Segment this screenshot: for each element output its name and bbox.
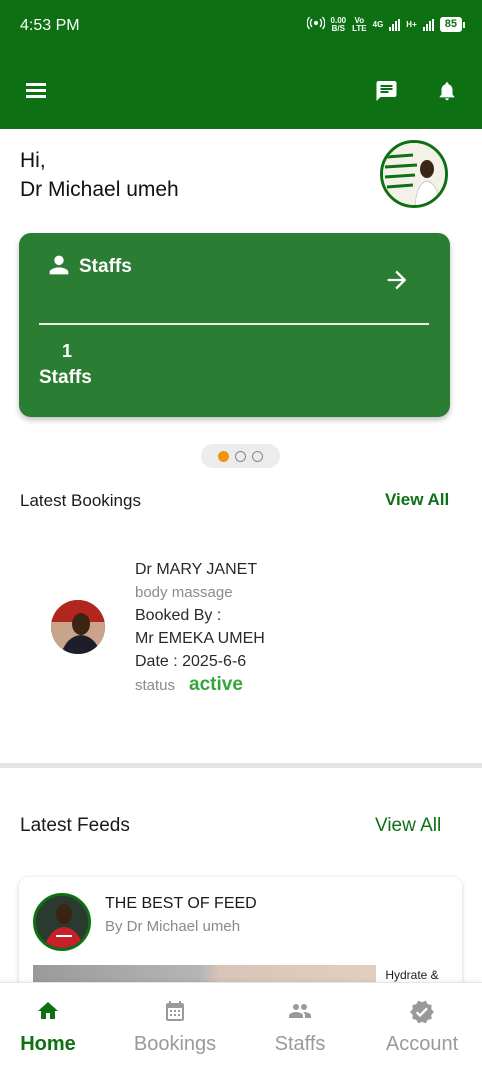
person-icon (45, 251, 73, 284)
bookings-view-all-link[interactable]: View All (385, 490, 449, 510)
booking-details[interactable]: Dr MARY JANET body massage Booked By : M… (135, 558, 265, 697)
bottom-navigation: Home Bookings Staffs Account (0, 982, 482, 1080)
menu-icon[interactable] (26, 82, 48, 100)
arrow-right-icon[interactable] (383, 266, 411, 299)
nav-label-account: Account (385, 1033, 459, 1055)
feed-title: THE BEST OF FEED (105, 895, 257, 912)
nav-label-home: Home (20, 1033, 76, 1055)
greeting-text: Hi, (20, 149, 46, 172)
signal-icon-2 (422, 18, 434, 31)
people-icon (240, 999, 360, 1023)
network-type-1: 4G (372, 19, 384, 29)
nav-item-home[interactable]: Home (0, 983, 108, 1080)
carousel-dot[interactable] (252, 450, 263, 462)
staffs-card-title: Staffs (79, 256, 132, 277)
booked-by-name: Mr EMEKA UMEH (135, 630, 265, 647)
nav-item-account[interactable]: Account (362, 983, 482, 1080)
section-divider (0, 763, 482, 768)
latest-bookings-title: Latest Bookings (20, 491, 141, 510)
profile-avatar[interactable] (380, 140, 448, 208)
calendar-icon (115, 999, 235, 1023)
app-bar: 4:53 PM 0.00 B/S Vo LTE 4G H+ 85 (0, 0, 482, 129)
nav-label-bookings: Bookings (133, 1033, 217, 1055)
status-time: 4:53 PM (20, 17, 80, 34)
net-speed: 0.00 B/S (330, 15, 347, 33)
carousel-dot[interactable] (235, 450, 246, 462)
status-badge: active (189, 674, 243, 695)
card-divider (39, 323, 429, 325)
booking-avatar[interactable] (51, 600, 105, 654)
verified-badge-icon (362, 999, 482, 1025)
hotspot-icon (306, 16, 325, 33)
booking-date: Date : 2025-6-6 (135, 653, 247, 670)
battery-icon: 85 (439, 17, 466, 32)
greeting-block: Hi, Dr Michael umeh (20, 146, 179, 204)
latest-feeds-title: Latest Feeds (20, 815, 130, 836)
nav-label-staffs: Staffs (274, 1033, 326, 1055)
chat-icon[interactable] (374, 79, 399, 108)
status-label: status (135, 677, 176, 694)
status-bar: 4:53 PM 0.00 B/S Vo LTE 4G H+ 85 (0, 0, 482, 54)
feed-author-avatar[interactable] (33, 893, 91, 951)
volte-indicator: Vo LTE (352, 15, 367, 33)
feeds-view-all-link[interactable]: View All (375, 815, 441, 837)
booking-service: body massage (135, 584, 233, 601)
carousel-dot[interactable] (218, 450, 229, 462)
staffs-count-label: Staffs (39, 367, 92, 388)
booking-staff-name: Dr MARY JANET (135, 561, 258, 578)
booked-by-label: Booked By : (135, 607, 222, 624)
carousel-indicator (201, 444, 280, 468)
staffs-card[interactable]: Staffs 1 Staffs (19, 233, 450, 417)
signal-icon (389, 18, 401, 31)
booking-status-row: status active (135, 673, 265, 697)
feed-author: By Dr Michael umeh (105, 918, 241, 935)
network-type-2: H+ (406, 19, 417, 29)
status-icons: 0.00 B/S Vo LTE 4G H+ 85 (306, 15, 466, 33)
nav-item-staffs[interactable]: Staffs (240, 983, 360, 1080)
notification-bell-icon[interactable] (436, 78, 458, 109)
staffs-count: 1 (62, 341, 73, 361)
user-name: Dr Michael umeh (20, 178, 179, 201)
home-icon (0, 999, 108, 1023)
nav-item-bookings[interactable]: Bookings (115, 983, 235, 1080)
